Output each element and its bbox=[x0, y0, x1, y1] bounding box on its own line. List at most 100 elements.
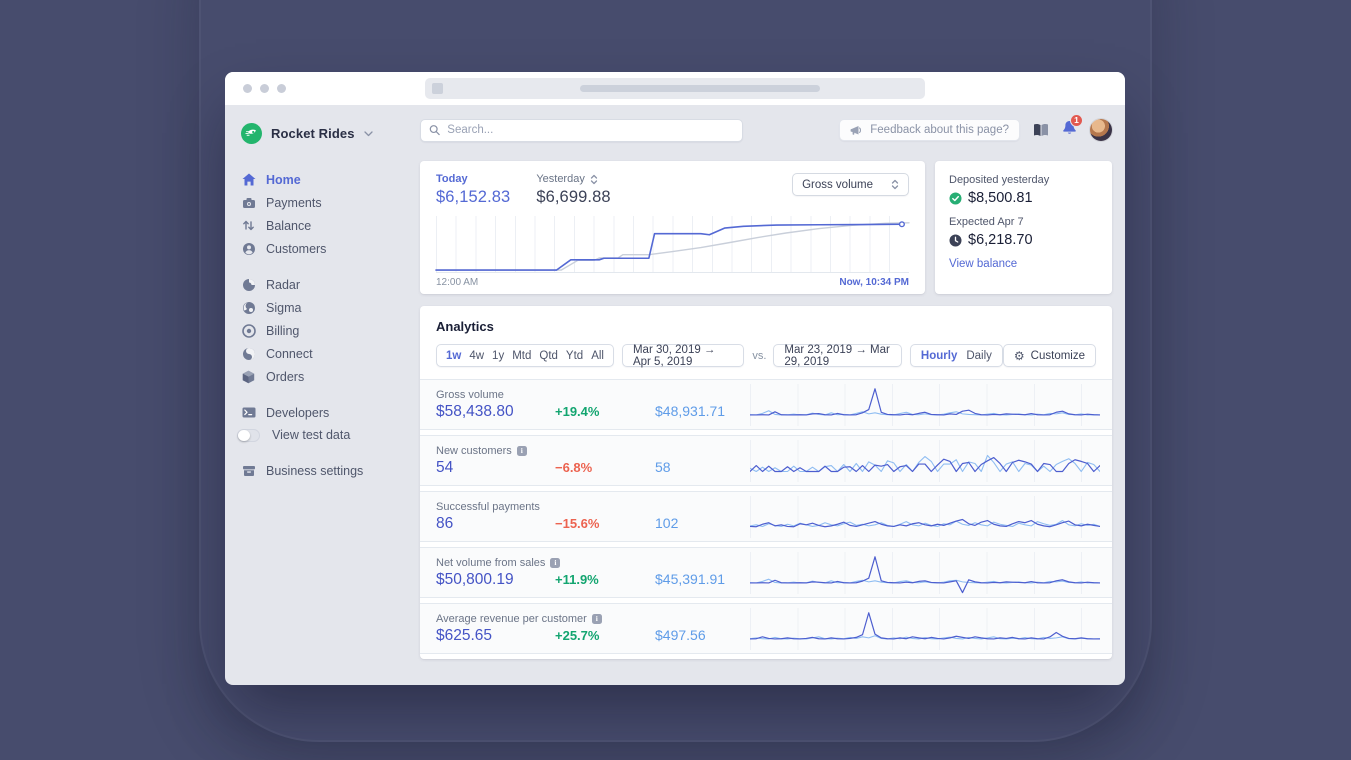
metric-label: Average revenue per customer bbox=[436, 612, 587, 625]
sidebar-item-radar[interactable]: Radar bbox=[241, 273, 420, 296]
info-icon[interactable]: i bbox=[516, 445, 527, 456]
address-bar[interactable] bbox=[425, 78, 925, 99]
toggle-knob bbox=[238, 429, 250, 441]
metric-row-successful-payments[interactable]: Successful payments 86 −15.6% 102 bbox=[420, 491, 1112, 542]
metric-label: Net volume from sales bbox=[436, 556, 546, 569]
date-range-presets: 1w 4w 1y Mtd Qtd Ytd All bbox=[436, 344, 614, 367]
sidebar-item-sigma[interactable]: Sigma bbox=[241, 296, 420, 319]
payments-icon bbox=[241, 195, 256, 210]
home-icon bbox=[241, 172, 256, 187]
granularity-hourly[interactable]: Hourly bbox=[921, 350, 957, 362]
search-icon bbox=[429, 125, 440, 136]
connect-icon bbox=[241, 346, 256, 361]
search-box[interactable] bbox=[420, 118, 743, 142]
chevron-down-icon bbox=[363, 130, 373, 136]
range-mtd[interactable]: Mtd bbox=[512, 350, 531, 362]
metrics-list: Gross volume $58,438.80 +19.4% $48,931.7… bbox=[420, 379, 1112, 654]
billing-icon bbox=[241, 323, 256, 338]
metric-change: −15.6% bbox=[555, 515, 600, 531]
metric-value: $625.65 bbox=[436, 626, 493, 644]
range-all[interactable]: All bbox=[591, 350, 604, 362]
sidebar: Rocket Rides Home Payments Balance Custo… bbox=[225, 105, 420, 685]
metric-select-dropdown[interactable]: Gross volume bbox=[792, 173, 909, 196]
range-1y[interactable]: 1y bbox=[492, 350, 504, 362]
metric-sparkline bbox=[750, 607, 1100, 650]
minimize-window-button[interactable] bbox=[260, 84, 269, 93]
notification-badge: 1 bbox=[1070, 113, 1083, 127]
sidebar-item-home[interactable]: Home bbox=[241, 168, 420, 191]
radar-icon bbox=[241, 277, 256, 292]
analytics-title: Analytics bbox=[436, 319, 494, 334]
developers-icon bbox=[241, 405, 256, 420]
rocket-rides-logo-icon bbox=[241, 123, 262, 144]
feedback-button[interactable]: Feedback about this page? bbox=[839, 119, 1020, 141]
yesterday-label: Yesterday bbox=[536, 173, 585, 185]
account-switcher[interactable]: Rocket Rides bbox=[241, 123, 420, 144]
metric-row-net-volume[interactable]: Net volume from sales i $50,800.19 +11.9… bbox=[420, 547, 1112, 598]
site-favicon bbox=[432, 83, 443, 94]
expected-value: $6,218.70 bbox=[968, 232, 1033, 248]
customize-button[interactable]: ⚙ Customize bbox=[1002, 344, 1096, 367]
avatar[interactable] bbox=[1090, 119, 1112, 141]
view-balance-link[interactable]: View balance bbox=[949, 258, 1098, 270]
sidebar-item-view-test-data[interactable]: View test data bbox=[237, 424, 420, 446]
range-qtd[interactable]: Qtd bbox=[539, 350, 558, 362]
sidebar-item-developers[interactable]: Developers bbox=[241, 401, 420, 424]
today-vs-yesterday-chart bbox=[436, 216, 909, 273]
range-4w[interactable]: 4w bbox=[469, 350, 484, 362]
metric-change: +25.7% bbox=[555, 627, 600, 643]
notifications-button[interactable]: 1 bbox=[1062, 113, 1083, 141]
metric-comparison: $497.56 bbox=[655, 626, 706, 643]
metric-label: Successful payments bbox=[436, 500, 540, 513]
metric-row-new-customers[interactable]: New customers i 54 −6.8% 58 bbox=[420, 435, 1112, 486]
test-data-toggle[interactable] bbox=[237, 428, 260, 442]
feedback-label: Feedback about this page? bbox=[870, 124, 1009, 136]
metric-comparison: 58 bbox=[655, 458, 671, 475]
granularity-daily[interactable]: Daily bbox=[966, 350, 992, 362]
updown-caret-icon[interactable] bbox=[590, 174, 598, 185]
info-icon[interactable]: i bbox=[550, 557, 561, 568]
sidebar-item-business-settings[interactable]: Business settings bbox=[241, 459, 420, 482]
docs-book-icon[interactable] bbox=[1033, 123, 1049, 137]
metric-change: +11.9% bbox=[555, 571, 599, 587]
window-controls bbox=[243, 84, 286, 93]
sidebar-item-orders[interactable]: Orders bbox=[241, 365, 420, 388]
today-volume-card: Today $6,152.83 Yesterday $6,699.88 Gros… bbox=[420, 161, 925, 294]
search-input[interactable] bbox=[447, 124, 734, 136]
vs-label: vs. bbox=[752, 349, 767, 362]
deposited-label: Deposited yesterday bbox=[949, 174, 1050, 186]
metric-row-average-revenue[interactable]: Average revenue per customer i $625.65 +… bbox=[420, 603, 1112, 654]
analytics-card: Analytics 1w 4w 1y Mtd Qtd Ytd All Mar 3… bbox=[420, 306, 1112, 659]
customers-icon bbox=[241, 241, 256, 256]
metric-row-gross-volume[interactable]: Gross volume $58,438.80 +19.4% $48,931.7… bbox=[420, 379, 1112, 430]
metric-select-value: Gross volume bbox=[802, 178, 873, 191]
metric-sparkline bbox=[750, 551, 1100, 594]
previous-period-picker[interactable]: Mar 23, 2019 → Mar 29, 2019 bbox=[773, 344, 902, 368]
current-period-picker[interactable]: Mar 30, 2019 → Apr 5, 2019 bbox=[621, 344, 745, 368]
metric-value: 54 bbox=[436, 458, 454, 476]
metric-change: −6.8% bbox=[555, 459, 593, 475]
desktop-background: Rocket Rides Home Payments Balance Custo… bbox=[0, 0, 1351, 760]
zoom-window-button[interactable] bbox=[277, 84, 286, 93]
range-ytd[interactable]: Ytd bbox=[566, 350, 583, 362]
sidebar-item-customers[interactable]: Customers bbox=[241, 237, 420, 260]
analytics-controls: 1w 4w 1y Mtd Qtd Ytd All Mar 30, 2019 → … bbox=[420, 344, 1112, 368]
sidebar-item-connect[interactable]: Connect bbox=[241, 342, 420, 365]
deposited-value: $8,500.81 bbox=[968, 190, 1033, 206]
today-metric: Today $6,152.83 bbox=[436, 173, 510, 207]
megaphone-icon bbox=[850, 125, 862, 135]
metric-label: Gross volume bbox=[436, 388, 504, 401]
range-1w[interactable]: 1w bbox=[446, 350, 461, 362]
x-axis-end-label: Now, 10:34 PM bbox=[839, 277, 909, 288]
granularity-toggle: Hourly Daily bbox=[909, 344, 1003, 367]
close-window-button[interactable] bbox=[243, 84, 252, 93]
metric-value: $58,438.80 bbox=[436, 402, 514, 420]
info-icon[interactable]: i bbox=[591, 613, 602, 624]
sidebar-item-payments[interactable]: Payments bbox=[241, 191, 420, 214]
x-axis-start-label: 12:00 AM bbox=[436, 277, 479, 288]
orders-icon bbox=[241, 369, 256, 384]
sidebar-item-billing[interactable]: Billing bbox=[241, 319, 420, 342]
gear-icon: ⚙ bbox=[1013, 348, 1025, 363]
sidebar-item-balance[interactable]: Balance bbox=[241, 214, 420, 237]
customize-label: Customize bbox=[1030, 349, 1085, 362]
